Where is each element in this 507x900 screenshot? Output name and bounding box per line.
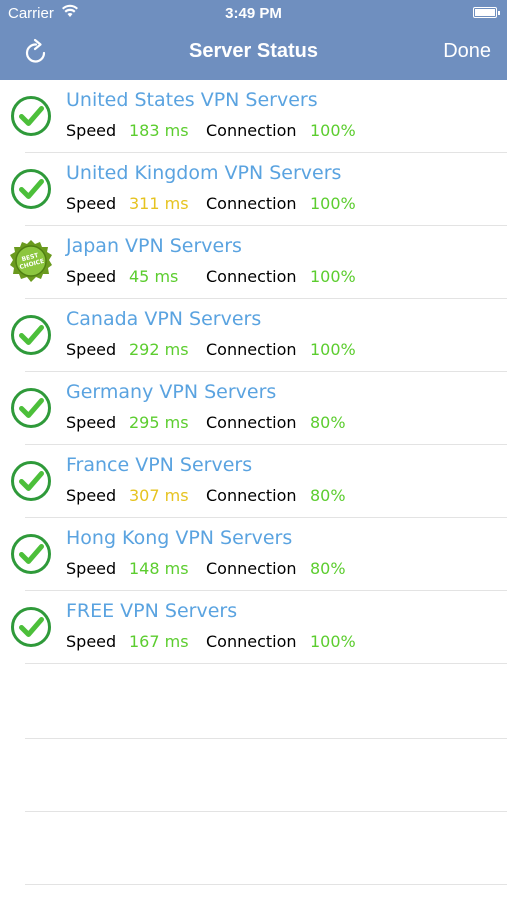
server-row[interactable]: Canada VPN Servers Speed 292 ms Connection…: [0, 299, 507, 372]
connection-label: Connection: [206, 413, 297, 432]
server-name: Germany VPN Servers: [66, 381, 277, 403]
server-stats: Speed 167 ms Connection 100%: [66, 632, 356, 651]
connection-value: 100%: [310, 340, 356, 359]
speed-label: Speed: [66, 340, 117, 359]
check-icon: [10, 533, 52, 575]
speed-label: Speed: [66, 121, 117, 140]
connection-value: 100%: [310, 632, 356, 651]
connection-value: 100%: [310, 267, 356, 286]
server-row[interactable]: France VPN Servers Speed 307 ms Connection…: [0, 445, 507, 518]
page-title: Server Status: [189, 40, 318, 62]
speed-value: 311 ms: [129, 194, 189, 213]
connection-label: Connection: [206, 194, 297, 213]
check-icon: [10, 168, 52, 210]
server-stats: Speed 307 ms Connection 80%: [66, 486, 346, 505]
speed-label: Speed: [66, 267, 117, 286]
server-name: Hong Kong VPN Servers: [66, 527, 293, 549]
server-row[interactable]: Hong Kong VPN Servers Speed 148 ms Connect…: [0, 518, 507, 591]
connection-value: 80%: [310, 486, 346, 505]
navigation-bar: Carrier 3:49 PM Server Status Done: [0, 0, 507, 80]
speed-label: Speed: [66, 632, 117, 651]
server-stats: Speed 45 ms Connection 100%: [66, 267, 356, 286]
server-name: Japan VPN Servers: [66, 235, 242, 257]
server-row[interactable]: United Kingdom VPN Servers Speed 311 ms Co…: [0, 153, 507, 226]
status-bar: Carrier 3:49 PM: [0, 0, 507, 28]
server-stats: Speed 311 ms Connection 100%: [66, 194, 356, 213]
done-button[interactable]: Done: [443, 40, 491, 63]
divider: [25, 738, 507, 739]
server-stats: Speed 292 ms Connection 100%: [66, 340, 356, 359]
speed-value: 167 ms: [129, 632, 189, 651]
speed-value: 292 ms: [129, 340, 189, 359]
server-stats: Speed 295 ms Connection 80%: [66, 413, 346, 432]
server-row[interactable]: Germany VPN Servers Speed 295 ms Connectio…: [0, 372, 507, 445]
speed-label: Speed: [66, 559, 117, 578]
check-icon: [10, 314, 52, 356]
speed-value: 148 ms: [129, 559, 189, 578]
best-choice-badge-icon: BEST CHOICE: [10, 240, 52, 283]
connection-label: Connection: [206, 267, 297, 286]
server-row[interactable]: BEST CHOICE Japan VPN Servers Speed 45 ms…: [0, 226, 507, 299]
check-icon: [10, 606, 52, 648]
connection-label: Connection: [206, 559, 297, 578]
server-row[interactable]: United States VPN Servers Speed 183 ms Con…: [0, 80, 507, 153]
battery-icon: [473, 7, 500, 18]
speed-value: 307 ms: [129, 486, 189, 505]
connection-value: 100%: [310, 121, 356, 140]
check-icon: [10, 387, 52, 429]
server-name: United Kingdom VPN Servers: [66, 162, 342, 184]
divider: [25, 884, 507, 885]
speed-label: Speed: [66, 194, 117, 213]
server-name: United States VPN Servers: [66, 89, 318, 111]
speed-label: Speed: [66, 413, 117, 432]
server-stats: Speed 183 ms Connection 100%: [66, 121, 356, 140]
server-row[interactable]: FREE VPN Servers Speed 167 ms Connection 10…: [0, 591, 507, 664]
connection-label: Connection: [206, 632, 297, 651]
server-name: Canada VPN Servers: [66, 308, 262, 330]
connection-label: Connection: [206, 486, 297, 505]
check-icon: [10, 95, 52, 137]
connection-label: Connection: [206, 340, 297, 359]
connection-label: Connection: [206, 121, 297, 140]
clock: 3:49 PM: [225, 5, 282, 22]
connection-value: 80%: [310, 559, 346, 578]
divider: [25, 663, 507, 664]
server-name: FREE VPN Servers: [66, 600, 238, 622]
speed-value: 45 ms: [129, 267, 179, 286]
speed-label: Speed: [66, 486, 117, 505]
connection-value: 100%: [310, 194, 356, 213]
speed-value: 183 ms: [129, 121, 189, 140]
speed-value: 295 ms: [129, 413, 189, 432]
server-name: France VPN Servers: [66, 454, 253, 476]
check-icon: [10, 460, 52, 502]
server-list: United States VPN Servers Speed 183 ms Con…: [0, 80, 507, 664]
server-stats: Speed 148 ms Connection 80%: [66, 559, 346, 578]
divider: [25, 811, 507, 812]
connection-value: 80%: [310, 413, 346, 432]
